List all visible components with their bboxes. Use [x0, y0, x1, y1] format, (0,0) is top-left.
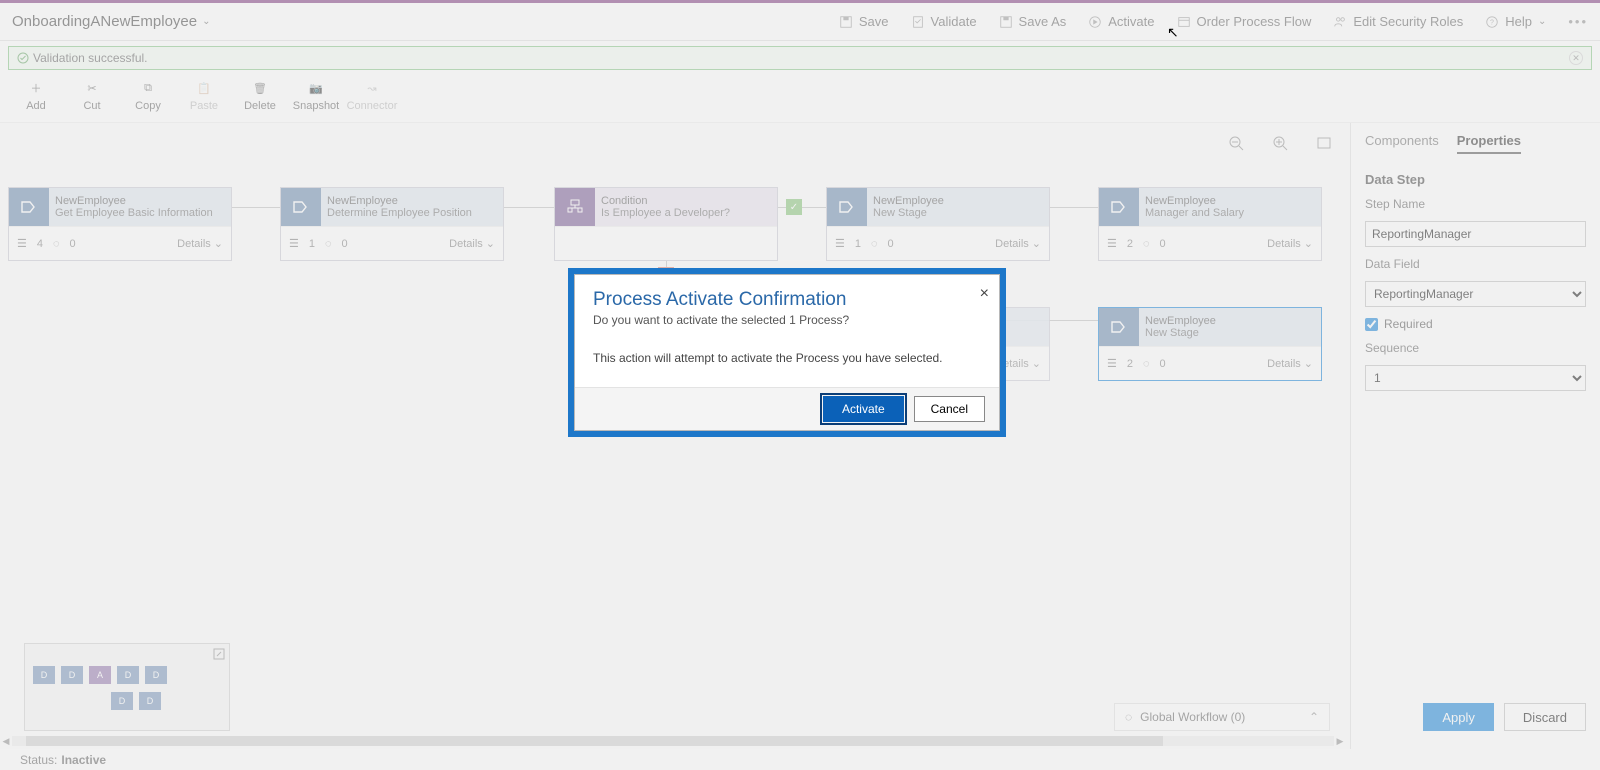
dialog-body: This action will attempt to activate the…: [575, 335, 999, 387]
dialog-activate-button[interactable]: Activate: [823, 396, 904, 422]
dialog-cancel-button[interactable]: Cancel: [914, 396, 985, 422]
dialog-title: Process Activate Confirmation: [593, 289, 981, 311]
dialog-close-button[interactable]: ×: [980, 285, 989, 303]
activate-confirmation-dialog: Process Activate Confirmation Do you wan…: [568, 268, 1006, 437]
dialog-subtitle: Do you want to activate the selected 1 P…: [593, 313, 981, 327]
